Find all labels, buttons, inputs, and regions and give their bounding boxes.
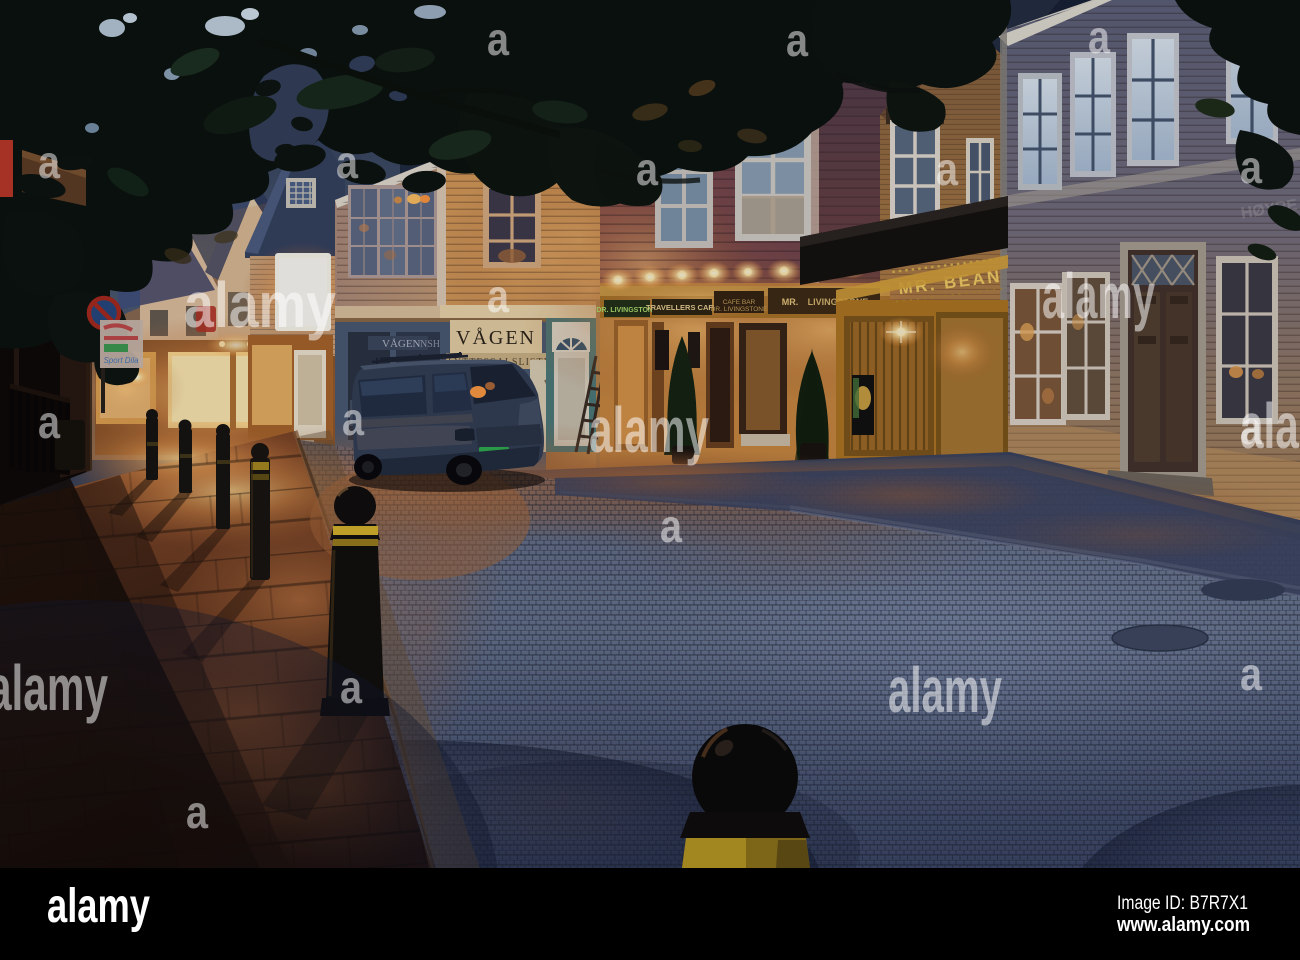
svg-text:a: a bbox=[38, 396, 60, 448]
svg-text:a: a bbox=[936, 143, 958, 195]
svg-text:alamy: alamy bbox=[589, 394, 709, 466]
svg-text:a: a bbox=[487, 13, 509, 65]
svg-text:a: a bbox=[1240, 402, 1262, 454]
svg-text:a: a bbox=[340, 661, 362, 713]
svg-text:Image ID: B7R7X1: Image ID: B7R7X1 bbox=[1117, 893, 1248, 914]
svg-text:a: a bbox=[342, 393, 364, 445]
svg-text:a: a bbox=[1088, 11, 1110, 63]
svg-text:www.alamy.com: www.alamy.com bbox=[1116, 914, 1250, 936]
svg-text:alamy: alamy bbox=[184, 269, 336, 341]
svg-text:a: a bbox=[38, 136, 60, 188]
svg-text:a: a bbox=[786, 14, 808, 66]
svg-text:a: a bbox=[636, 143, 658, 195]
svg-text:a: a bbox=[1240, 648, 1262, 700]
svg-text:a: a bbox=[660, 500, 682, 552]
svg-text:a: a bbox=[186, 786, 208, 838]
svg-text:alamy: alamy bbox=[47, 880, 150, 933]
svg-text:alamy: alamy bbox=[1042, 260, 1155, 332]
svg-text:alamy: alamy bbox=[0, 652, 108, 724]
svg-text:alamy: alamy bbox=[888, 654, 1002, 726]
svg-text:a: a bbox=[487, 270, 509, 322]
svg-text:a: a bbox=[1240, 141, 1262, 193]
svg-text:a: a bbox=[336, 136, 358, 188]
